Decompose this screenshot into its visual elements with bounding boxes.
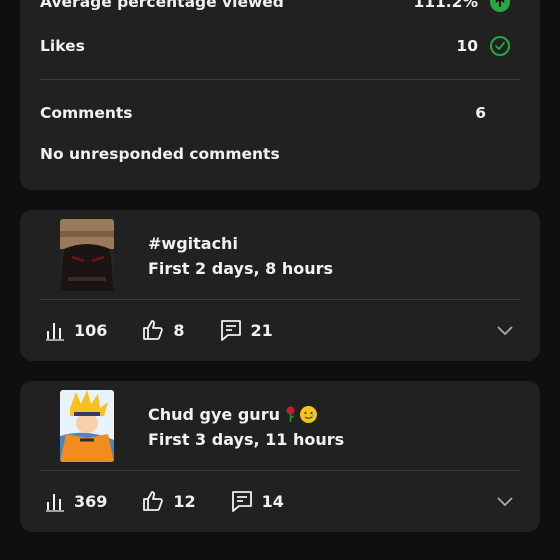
arrow-up-icon xyxy=(490,0,510,12)
chevron-down-icon[interactable] xyxy=(496,492,514,510)
likes-value: 10 xyxy=(456,37,478,55)
comments-row[interactable]: Comments 6 xyxy=(40,104,486,122)
thumbs-up-icon xyxy=(143,320,164,340)
avg-viewed-label: Average percentage viewed xyxy=(40,0,284,11)
video-title[interactable]: Chud gye guru xyxy=(148,405,317,424)
bar-chart-icon xyxy=(46,323,64,341)
avg-viewed-value: 111.2% xyxy=(413,0,478,11)
thumbs-up-icon xyxy=(143,491,164,511)
video-card[interactable]: #wgitachi First 2 days, 8 hours 106 8 21 xyxy=(20,210,540,361)
views-metric: 106 xyxy=(44,319,107,341)
summary-divider xyxy=(40,79,520,80)
likes-label: Likes xyxy=(40,37,85,55)
likes-metric: 12 xyxy=(141,489,196,513)
avg-viewed-row[interactable]: Average percentage viewed 111.2% xyxy=(40,0,510,12)
video-time-window: First 3 days, 11 hours xyxy=(148,430,345,449)
bar-chart-icon xyxy=(46,494,64,512)
likes-value: 8 xyxy=(173,320,185,340)
video-metrics: 106 8 21 xyxy=(44,318,307,342)
video-time-window: First 2 days, 8 hours xyxy=(148,259,333,278)
views-value: 369 xyxy=(74,491,108,511)
comments-metric: 21 xyxy=(219,318,273,342)
video-card[interactable]: Chud gye guru First 3 days, 11 hours 369… xyxy=(20,381,540,532)
summary-card: Average percentage viewed 111.2% Likes 1… xyxy=(20,0,540,190)
comments-metric: 14 xyxy=(230,489,284,513)
unresponded-row: No unresponded comments xyxy=(40,145,510,163)
comments-label: Comments xyxy=(40,104,133,122)
video-thumbnail[interactable] xyxy=(60,390,114,462)
unresponded-text: No unresponded comments xyxy=(40,145,280,163)
video-title-text: Chud gye guru xyxy=(148,405,280,424)
views-value: 106 xyxy=(74,320,108,340)
views-metric: 369 xyxy=(44,490,107,512)
comment-icon xyxy=(231,491,252,512)
comments-value: 21 xyxy=(250,320,273,340)
likes-metric: 8 xyxy=(141,318,185,342)
video-divider xyxy=(40,470,520,471)
video-title[interactable]: #wgitachi xyxy=(148,234,238,253)
video-thumbnail[interactable] xyxy=(60,219,114,291)
comments-value: 14 xyxy=(261,491,284,511)
video-divider xyxy=(40,299,520,300)
video-metrics: 369 12 14 xyxy=(44,489,318,513)
check-circle-icon xyxy=(490,36,510,56)
chevron-down-icon[interactable] xyxy=(496,321,514,339)
rose-emoji xyxy=(286,406,295,422)
comment-icon xyxy=(220,320,241,341)
likes-row[interactable]: Likes 10 xyxy=(40,36,510,56)
smiling-face-with-tear-emoji xyxy=(299,406,317,423)
comments-value: 6 xyxy=(475,104,486,122)
likes-value: 12 xyxy=(173,491,196,511)
